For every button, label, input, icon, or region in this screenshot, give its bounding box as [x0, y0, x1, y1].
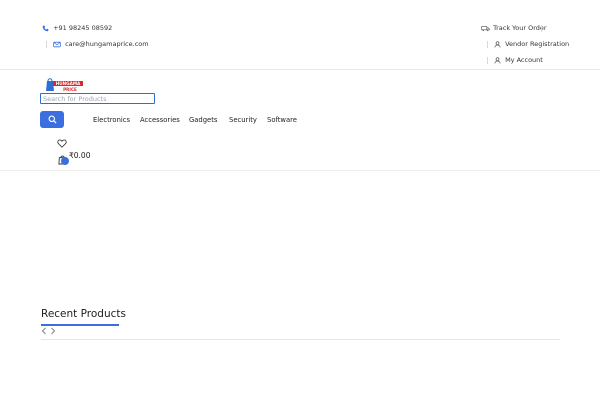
- top-email[interactable]: care@hungamaprice.com: [53, 40, 149, 48]
- title-underline: [41, 324, 119, 326]
- nav-item-electronics[interactable]: Electronics: [93, 116, 130, 124]
- cart-total[interactable]: ₹0.00: [69, 151, 90, 160]
- section-divider: [41, 339, 560, 340]
- section-title-recent-products: Recent Products: [41, 308, 126, 320]
- user-icon: [494, 40, 501, 48]
- nav-item-security[interactable]: Security: [229, 116, 257, 124]
- divider: [487, 57, 488, 64]
- email-address: care@hungamaprice.com: [65, 40, 149, 48]
- nav-item-software[interactable]: Software: [267, 116, 297, 124]
- vendor-registration-label: Vendor Registration: [505, 40, 570, 48]
- divider: [541, 25, 542, 32]
- chevron-left-icon: [41, 327, 46, 335]
- svg-text:PRICE: PRICE: [63, 87, 77, 92]
- truck-icon: [481, 25, 490, 31]
- carousel-next-button[interactable]: [50, 327, 56, 337]
- nav-item-gadgets[interactable]: Gadgets: [189, 116, 217, 124]
- phone-icon: [42, 25, 49, 31]
- search-input[interactable]: [40, 93, 155, 104]
- search-button[interactable]: [40, 111, 64, 128]
- topbar-divider: [0, 69, 600, 70]
- search-icon: [48, 115, 57, 124]
- track-order-link[interactable]: Track Your Order: [481, 24, 547, 32]
- cart-count-badge: [61, 157, 69, 165]
- svg-text:HUNGAMA: HUNGAMA: [56, 81, 81, 86]
- mail-icon: [53, 41, 61, 47]
- heart-icon: [57, 139, 67, 148]
- carousel-prev-button[interactable]: [41, 327, 47, 337]
- nav-item-accessories[interactable]: Accessories: [140, 116, 180, 124]
- header-divider: [0, 170, 600, 171]
- phone-number: +91 98245 08592: [53, 24, 113, 32]
- track-order-label: Track Your Order: [493, 24, 547, 32]
- user-icon: [494, 56, 501, 64]
- divider: [487, 41, 488, 48]
- vendor-registration-link[interactable]: Vendor Registration: [494, 40, 569, 48]
- site-logo[interactable]: HUNGAMA PRICE: [44, 76, 84, 93]
- my-account-label: My Account: [505, 56, 543, 64]
- my-account-link[interactable]: My Account: [494, 56, 543, 64]
- top-phone[interactable]: +91 98245 08592: [42, 24, 112, 32]
- divider: [46, 41, 47, 48]
- chevron-right-icon: [51, 327, 56, 335]
